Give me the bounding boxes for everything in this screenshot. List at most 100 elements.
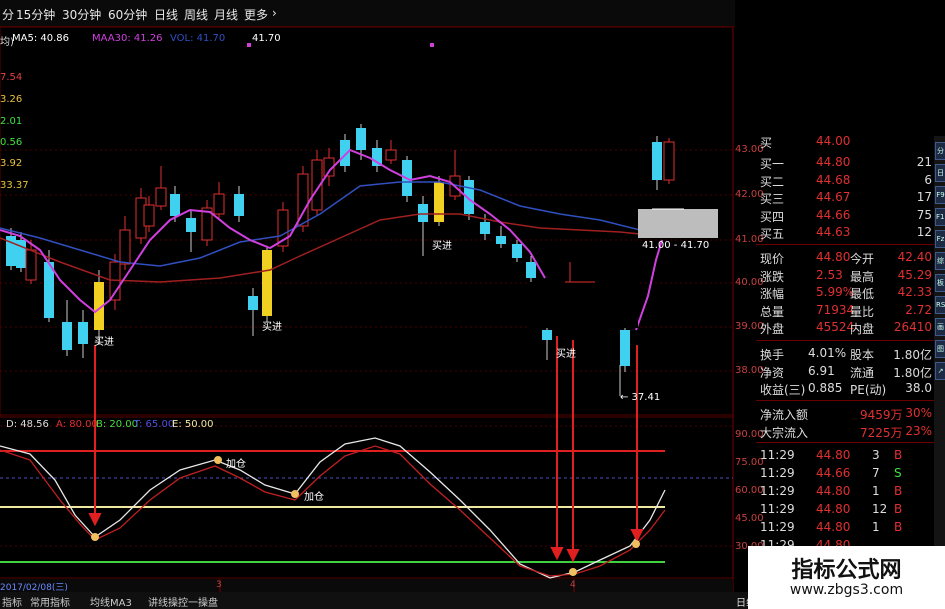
fund-value: 4.01% <box>808 346 847 360</box>
candle-body <box>186 218 196 232</box>
side-tool-icon[interactable]: 板 <box>935 274 945 292</box>
osc-legend-d: D: 48.56 <box>6 419 49 430</box>
left-label-5: 3.92 <box>0 158 23 169</box>
bottom-tab-ma[interactable]: 均线MA3 <box>90 594 132 609</box>
tick-side: B <box>894 520 903 534</box>
order-book-price: 44.68 <box>816 172 851 187</box>
fund-label-2: 流通 <box>850 365 875 380</box>
candle-body <box>234 194 244 216</box>
side-tool-icon[interactable]: 画 <box>935 318 945 336</box>
quote-row: 总量 71934 量比 2.72 <box>756 303 934 320</box>
ma-legend-ma5: MA5: 40.86 <box>12 33 70 44</box>
fund-value-2: 38.0 <box>905 381 932 395</box>
price-range-box <box>638 209 718 238</box>
quote-panel: 买 44.00 买一 44.80 21 买二 44.68 6 买三 44.67 17 买四 44.66 7… <box>756 134 934 596</box>
fund-row: 收益(三) 0.885 PE(动) 38.0 <box>756 381 934 398</box>
low-price-label: ← 37.41 <box>620 392 661 403</box>
panel-divider <box>756 244 934 245</box>
tick-row: 11:29 44.80 1 B <box>756 484 934 501</box>
tick-price: 44.80 <box>816 520 851 534</box>
tick-volume: 1 <box>872 520 880 534</box>
quote-label-2: 量比 <box>850 304 875 319</box>
order-book-label: 买四 <box>760 209 785 224</box>
quote-row: 外盘 45524 内盘 26410 <box>756 320 934 337</box>
tick-time: 11:29 <box>760 502 795 516</box>
order-book-volume: 21 <box>916 155 932 169</box>
fund-label-2: PE(动) <box>850 383 887 397</box>
side-tool-icon[interactable]: F10 <box>935 208 945 226</box>
order-book-row: 买一 44.80 21 <box>756 155 934 172</box>
order-book-row: 买三 44.67 17 <box>756 190 934 207</box>
osc-legend-b: B: 20.00 <box>96 419 139 430</box>
order-book-row: 买二 44.68 6 <box>756 173 934 190</box>
osc-red-line <box>0 445 666 577</box>
fund-label-2: 股本 <box>850 348 875 362</box>
quote-label-2: 最高 <box>850 269 875 284</box>
quote-label-2: 最低 <box>850 287 875 301</box>
add-position-label-1: 加仓 <box>226 459 246 470</box>
order-book-label: 买一 <box>760 157 785 171</box>
fund-value-2: 1.80亿 <box>893 365 932 380</box>
fund-value-2: 1.80亿 <box>893 348 932 362</box>
tick-time: 11:29 <box>760 484 795 498</box>
quote-label-2: 今开 <box>850 252 875 266</box>
quote-label: 现价 <box>760 252 785 266</box>
ma-legend-extra: 41.70 <box>252 33 281 44</box>
candle-body <box>213 193 225 215</box>
osc-legend-e: E: 50.00 <box>172 419 214 430</box>
order-book-label: 买三 <box>760 192 785 206</box>
order-book-row: 买四 44.66 75 <box>756 208 934 225</box>
order-book-volume: 75 <box>916 207 932 222</box>
quote-label-2: 内盘 <box>850 322 875 336</box>
side-tool-icon[interactable]: 图 <box>935 340 945 358</box>
side-tool-icon[interactable]: 日 <box>935 164 945 182</box>
side-tool-icon[interactable]: Fz <box>935 230 945 248</box>
quote-value: 45524 <box>816 320 855 334</box>
tick-price: 44.80 <box>816 502 851 516</box>
osc-legend-a: A: 80.00 <box>56 419 98 430</box>
chart-canvas[interactable] <box>0 0 735 592</box>
quote-value: 5.99% <box>816 285 855 299</box>
tick-price: 44.80 <box>816 484 851 498</box>
tick-row: 11:29 44.80 3 B <box>756 448 934 465</box>
left-label-6: 33.37 <box>0 180 29 191</box>
tick-price: 44.66 <box>816 466 851 480</box>
bottom-tab-common[interactable]: 常用指标 <box>30 594 70 609</box>
buy-signal-label-3: 买进 <box>432 241 452 252</box>
tick-side: S <box>894 466 902 480</box>
fund-label: 换手 <box>760 348 785 362</box>
side-tool-icon[interactable]: F9 <box>935 186 945 204</box>
candle-body <box>155 187 167 207</box>
quote-value-2: 26410 <box>893 320 932 334</box>
fund-row: 净资 6.91 流通 1.80亿 <box>756 364 934 381</box>
candle-body <box>652 142 662 180</box>
candle-body <box>418 204 428 222</box>
tick-side: B <box>894 502 903 516</box>
candle-body <box>170 194 180 216</box>
side-tool-icon[interactable]: 综 <box>935 252 945 270</box>
side-tool-icon[interactable]: RSI <box>935 296 945 314</box>
watermark-url: www.zbgs3.com <box>789 582 904 598</box>
side-tool-icon[interactable]: 分 <box>935 142 945 160</box>
quote-value: 2.53 <box>816 267 843 282</box>
order-book-label: 买五 <box>760 227 785 241</box>
candle-body <box>385 149 397 161</box>
quote-value-2: 42.33 <box>897 285 932 299</box>
bottom-tab-strategy[interactable]: 讲线操控一操盘 <box>148 594 218 609</box>
tick-row: 11:29 44.80 1 B <box>756 520 934 537</box>
tick-time: 11:29 <box>760 448 795 462</box>
panel-divider <box>756 340 934 341</box>
left-label-4: 0.56 <box>0 137 23 148</box>
ma-legend-ma30: MAA30: 41.26 <box>92 33 163 44</box>
osc-legend-t: T: 65.00 <box>134 419 175 430</box>
order-book-row: 买五 44.63 12 <box>756 225 934 242</box>
bottom-tab-indicator[interactable]: 指标 <box>2 594 22 609</box>
candle-body <box>143 204 155 227</box>
panel-divider <box>756 442 934 443</box>
tick-side: B <box>894 448 903 462</box>
quote-label: 涨跌 <box>760 269 785 284</box>
side-tool-icon[interactable]: ↗ <box>935 362 945 380</box>
tick-volume: 7 <box>872 466 880 480</box>
candle-body <box>62 322 72 350</box>
candle-body <box>496 236 506 244</box>
